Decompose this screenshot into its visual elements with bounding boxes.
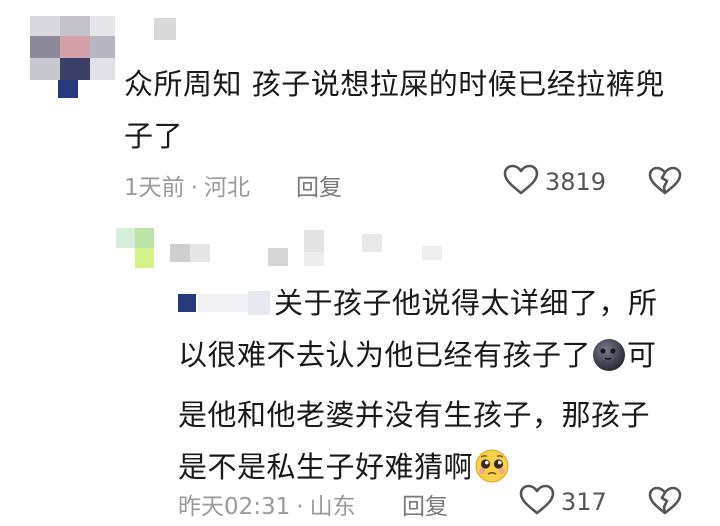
reply-like-count: 317 — [561, 488, 607, 516]
reply-location: 山东 — [309, 494, 356, 520]
mention-mask — [178, 291, 274, 317]
comment-text: 众所周知 孩子说想拉屎的时候已经拉裤兜子了 — [124, 67, 665, 153]
avatar[interactable] — [30, 16, 115, 98]
reply-reply-button[interactable]: 回复 — [402, 487, 448, 521]
like-button[interactable]: 3819 — [503, 164, 606, 200]
like-count: 3819 — [545, 168, 607, 196]
moon-face-emoji — [591, 337, 627, 389]
reply-button[interactable]: 回复 — [296, 168, 342, 202]
dislike-button[interactable] — [648, 166, 682, 200]
reply-like-button[interactable]: 317 — [519, 484, 607, 520]
reply-username-mask — [170, 230, 450, 266]
username-mask — [154, 18, 176, 40]
comment-meta: 1天前 · 河北 — [124, 175, 250, 201]
reply-avatar[interactable] — [116, 228, 154, 268]
comment-time: 1天前 — [124, 175, 185, 201]
heart-icon — [503, 164, 539, 200]
reply-meta: 昨天02:31 · 山东 — [178, 494, 356, 520]
comment-location: 河北 — [203, 175, 250, 201]
reply-text: 关于孩子他说得太详细了，所以很难不去认为他已经有孩子了 可是他和他老婆并没有生孩… — [178, 277, 678, 501]
dislike-heart-icon — [648, 486, 682, 520]
pleading-face-emoji — [473, 447, 511, 501]
dislike-heart-icon — [648, 166, 682, 200]
reply-dislike-button[interactable] — [648, 486, 682, 520]
reply-time: 昨天02:31 — [178, 494, 291, 520]
heart-icon — [519, 484, 555, 520]
